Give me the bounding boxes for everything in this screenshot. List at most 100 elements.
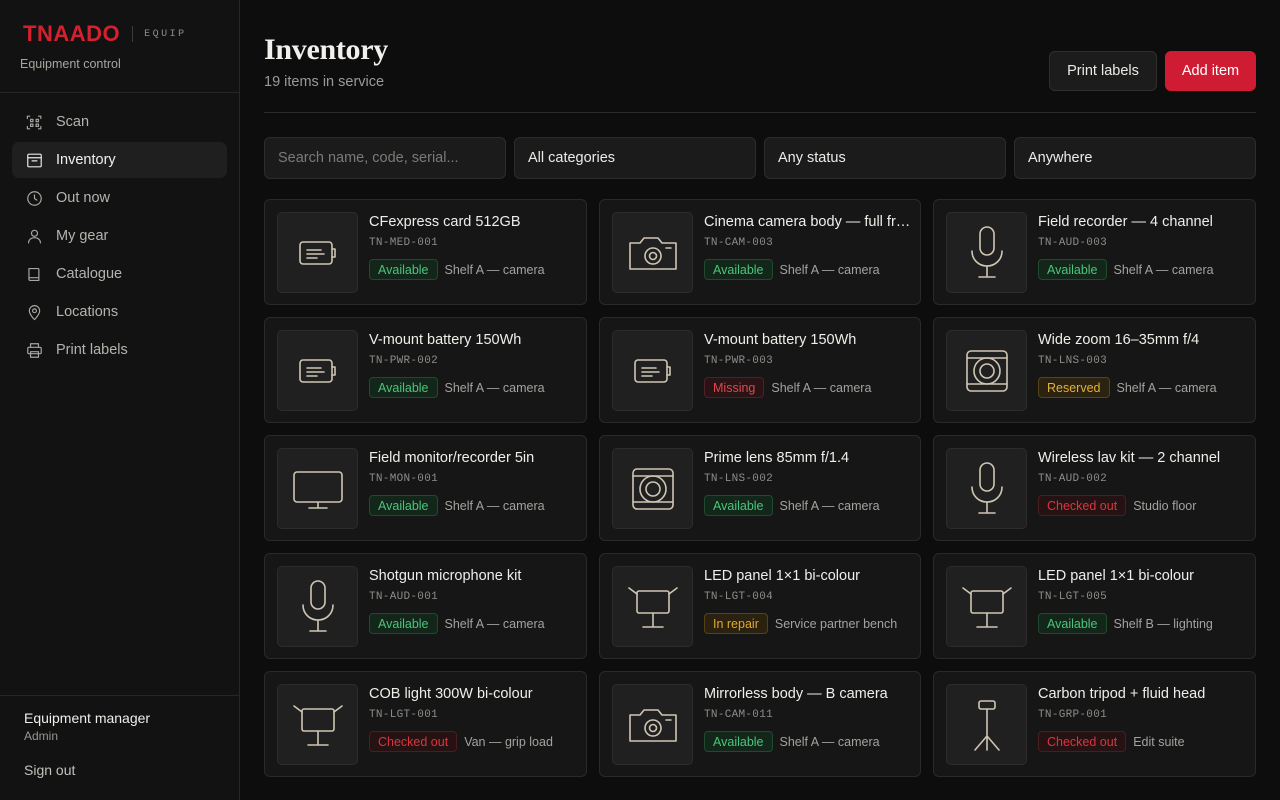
item-meta: Available Shelf A — camera (704, 731, 880, 752)
item-name: Wireless lav kit — 2 channel (1038, 450, 1221, 466)
inventory-card[interactable]: Prime lens 85mm f/1.4 TN-LNS-002 Available… (599, 435, 921, 541)
item-thumbnail (277, 448, 358, 529)
item-location: Shelf A — camera (771, 380, 872, 395)
search-field[interactable] (264, 137, 506, 179)
item-name: CFexpress card 512GB (369, 214, 521, 230)
inventory-card[interactable]: Carbon tripod + fluid head TN-GRP-001 Chec… (933, 671, 1256, 777)
item-location: Shelf A — camera (444, 498, 545, 513)
sign-out-link[interactable]: Sign out (24, 762, 75, 778)
status-badge: Missing (704, 377, 765, 398)
battery-icon (298, 358, 336, 383)
item-meta: Checked out Van — grip load (369, 731, 553, 752)
item-code: TN-AUD-003 (1038, 237, 1108, 249)
main-content: Inventory 19 items in service Print labe… (264, 0, 1256, 800)
item-thumbnail (946, 330, 1027, 411)
item-meta: Reserved Shelf A — camera (1038, 377, 1217, 398)
sidebar-item-out-now[interactable]: Out now (12, 180, 227, 216)
item-code: TN-CAM-011 (704, 709, 774, 721)
sidebar-item-print-labels[interactable]: Print labels (12, 332, 227, 368)
monitor-icon (292, 470, 343, 509)
item-meta: Available Shelf A — camera (369, 613, 545, 634)
battery-icon (298, 240, 336, 265)
brand[interactable]: TNAADO EQUIP (23, 22, 187, 46)
inventory-card[interactable]: Shotgun microphone kit TN-AUD-001 Availabl… (264, 553, 587, 659)
item-meta: Available Shelf A — camera (369, 259, 545, 280)
sidebar-item-catalogue[interactable]: Catalogue (12, 256, 227, 292)
item-thumbnail (946, 448, 1027, 529)
user-icon (24, 226, 44, 246)
inventory-card[interactable]: Wireless lav kit — 2 channel TN-AUD-002 Ch… (933, 435, 1256, 541)
sidebar-item-locations[interactable]: Locations (12, 294, 227, 330)
item-location: Shelf A — camera (444, 380, 545, 395)
inventory-card[interactable]: Field monitor/recorder 5in TN-MON-001 Avai… (264, 435, 587, 541)
header-divider (264, 112, 1256, 113)
inventory-card[interactable]: V-mount battery 150Wh TN-PWR-003 Missing Sh… (599, 317, 921, 423)
sidebar-item-label: Print labels (56, 342, 128, 358)
inventory-card[interactable]: LED panel 1×1 bi-colour TN-LGT-004 In repa… (599, 553, 921, 659)
sidebar: TNAADO EQUIP Equipment control Scan Inven… (0, 0, 240, 800)
item-location: Shelf A — camera (779, 734, 880, 749)
item-thumbnail (612, 684, 693, 765)
item-code: TN-PWR-003 (704, 355, 774, 367)
item-meta: Available Shelf A — camera (369, 377, 545, 398)
item-name: COB light 300W bi-colour (369, 686, 533, 702)
light-panel-icon (961, 586, 1012, 628)
brand-tag: EQUIP (144, 28, 187, 40)
inventory-card[interactable]: LED panel 1×1 bi-colour TN-LGT-005 Availab… (933, 553, 1256, 659)
status-badge: Available (369, 613, 438, 634)
sidebar-divider (0, 92, 239, 93)
microphone-icon (301, 579, 334, 632)
tripod-icon (973, 699, 1000, 751)
lens-icon (965, 349, 1008, 392)
item-meta: Available Shelf A — camera (704, 259, 880, 280)
item-code: TN-GRP-001 (1038, 709, 1108, 721)
item-location: Shelf A — camera (444, 262, 545, 277)
inventory-card[interactable]: Cinema camera body — full frame TN-CAM-00… (599, 199, 921, 305)
add-item-button[interactable]: Add item (1165, 51, 1256, 91)
print-labels-button[interactable]: Print labels (1049, 51, 1157, 91)
item-name: Wide zoom 16–35mm f/4 (1038, 332, 1200, 348)
status-badge: Available (1038, 259, 1107, 280)
item-code: TN-LGT-005 (1038, 591, 1108, 603)
item-name: V-mount battery 150Wh (369, 332, 522, 348)
item-code: TN-AUD-002 (1038, 473, 1108, 485)
item-thumbnail (277, 212, 358, 293)
item-thumbnail (277, 684, 358, 765)
item-code: TN-CAM-003 (704, 237, 774, 249)
inventory-card[interactable]: Mirrorless body — B camera TN-CAM-011 Avai… (599, 671, 921, 777)
sidebar-item-my-gear[interactable]: My gear (12, 218, 227, 254)
item-code: TN-LGT-004 (704, 591, 774, 603)
inventory-card[interactable]: Wide zoom 16–35mm f/4 TN-LNS-003 Reserved S… (933, 317, 1256, 423)
item-thumbnail (946, 566, 1027, 647)
sidebar-item-scan[interactable]: Scan (12, 104, 227, 140)
status-badge: Available (704, 495, 773, 516)
light-panel-icon (627, 586, 678, 628)
inventory-grid: CFexpress card 512GB TN-MED-001 Available S… (264, 199, 1256, 777)
location-select[interactable]: Anywhere (1014, 137, 1256, 179)
lens-icon (631, 467, 674, 510)
item-location: Shelf B — lighting (1113, 616, 1213, 631)
item-meta: Checked out Studio floor (1038, 495, 1196, 516)
inventory-card[interactable]: CFexpress card 512GB TN-MED-001 Available S… (264, 199, 587, 305)
inventory-card[interactable]: COB light 300W bi-colour TN-LGT-001 Checke… (264, 671, 587, 777)
item-thumbnail (277, 566, 358, 647)
status-select[interactable]: Any status (764, 137, 1006, 179)
sidebar-item-inventory[interactable]: Inventory (12, 142, 227, 178)
item-thumbnail (946, 212, 1027, 293)
item-location: Shelf A — camera (779, 498, 880, 513)
search-input[interactable] (278, 138, 505, 178)
item-meta: Available Shelf A — camera (1038, 259, 1214, 280)
sidebar-item-label: Scan (56, 114, 90, 130)
item-name: LED panel 1×1 bi-colour (704, 568, 860, 584)
item-meta: Available Shelf A — camera (369, 495, 545, 516)
inventory-card[interactable]: Field recorder — 4 channel TN-AUD-003 Avai… (933, 199, 1256, 305)
inventory-card[interactable]: V-mount battery 150Wh TN-PWR-002 Available… (264, 317, 587, 423)
item-location: Shelf A — camera (1113, 262, 1214, 277)
category-select[interactable]: All categories (514, 137, 756, 179)
clock-icon (24, 188, 44, 208)
brand-logo: TNAADO (23, 21, 121, 46)
item-location: Shelf A — camera (444, 616, 545, 631)
item-name: LED panel 1×1 bi-colour (1038, 568, 1194, 584)
item-code: TN-LNS-002 (704, 473, 774, 485)
user-name: Equipment manager (24, 710, 151, 726)
